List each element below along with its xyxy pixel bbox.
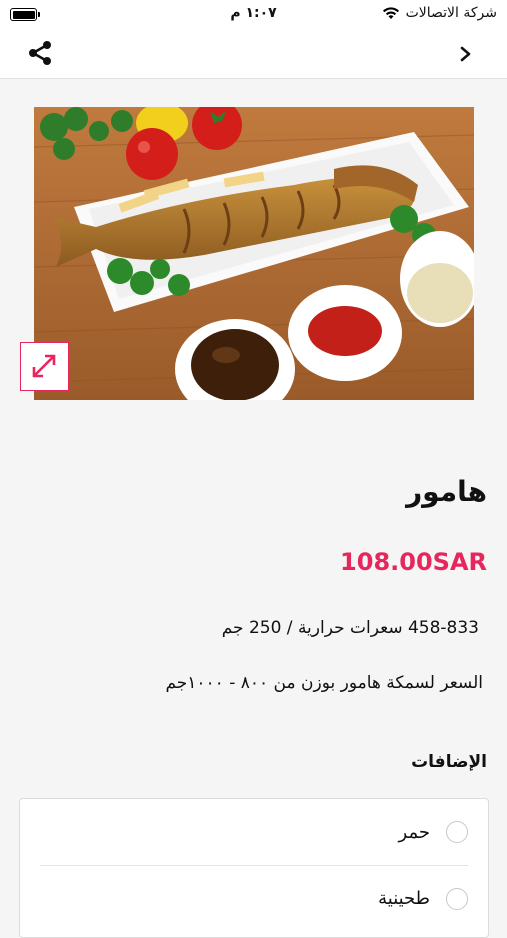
- fish-dish-illustration: [34, 107, 474, 400]
- addon-radio[interactable]: [446, 887, 468, 910]
- status-bar: ١:٠٧ م شركة الاتصالات: [0, 0, 507, 28]
- addon-option[interactable]: طحينية: [40, 865, 468, 931]
- nav-bar: [0, 28, 507, 79]
- addon-label: طحينية: [378, 888, 430, 909]
- carrier-info: شركة الاتصالات: [382, 5, 497, 21]
- expand-image-button[interactable]: [20, 342, 69, 391]
- product-title: هامور: [406, 475, 487, 508]
- battery-icon: [10, 8, 40, 21]
- status-time: ١:٠٧ م: [230, 5, 277, 21]
- expand-icon: [32, 354, 56, 378]
- addons-title: الإضافات: [411, 752, 487, 772]
- addon-option[interactable]: حمر: [40, 799, 468, 865]
- product-calories: 458-833 سعرات حرارية / 250 جم: [221, 618, 479, 638]
- product-price: 108.00SAR: [340, 548, 487, 576]
- addons-card: حمر طحينية: [19, 798, 489, 938]
- product-image: [34, 107, 474, 400]
- carrier-name: شركة الاتصالات: [405, 5, 497, 21]
- chevron-right-icon[interactable]: [459, 43, 473, 65]
- addon-label: حمر: [398, 821, 430, 843]
- addon-radio[interactable]: [446, 821, 468, 843]
- share-icon[interactable]: [26, 39, 54, 67]
- wifi-icon: [382, 7, 399, 19]
- product-description: السعر لسمكة هامور بوزن من ٨٠٠ - ١٠٠٠جم: [165, 673, 483, 693]
